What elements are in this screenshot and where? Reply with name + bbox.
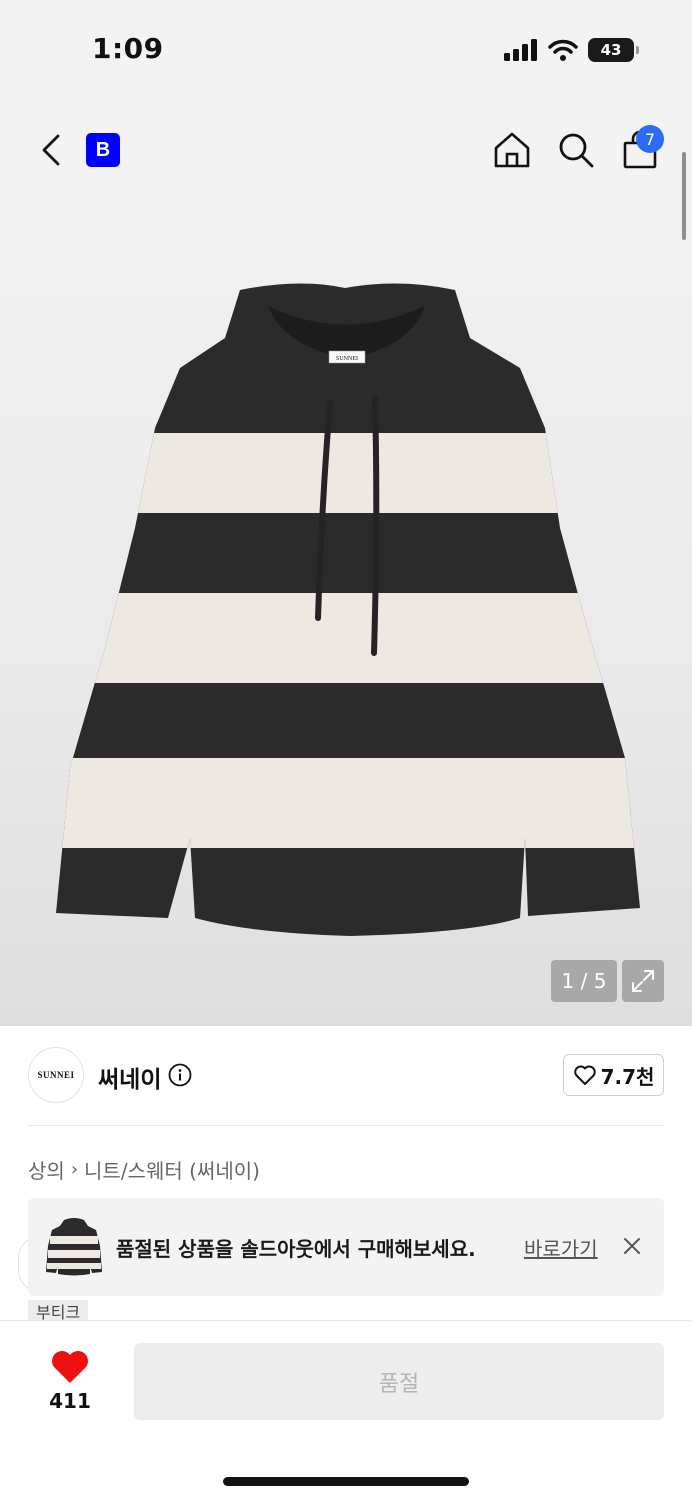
- status-time: 1:09: [92, 32, 164, 65]
- brand-avatar[interactable]: SUNNEI: [28, 1047, 84, 1103]
- expand-image-button[interactable]: [622, 960, 664, 1002]
- brand-row[interactable]: SUNNEI 써네이 7.7천: [28, 1026, 664, 1126]
- scroll-indicator: [682, 152, 686, 240]
- search-icon: [559, 133, 594, 168]
- image-pager: 1 / 5: [551, 960, 617, 1002]
- search-button[interactable]: [556, 130, 596, 170]
- brand-like-button[interactable]: 7.7천: [563, 1054, 664, 1096]
- home-indicator: [223, 1477, 469, 1486]
- wifi-icon: [548, 39, 578, 61]
- brand-like-count: 7.7천: [600, 1064, 655, 1089]
- breadcrumb-subcategory[interactable]: 니트/스웨터 (써네이): [84, 1155, 260, 1184]
- back-icon: [42, 134, 60, 166]
- banner-link[interactable]: 바로가기: [524, 1233, 598, 1262]
- heart-outline-icon: [573, 1065, 596, 1085]
- back-button[interactable]: [36, 130, 66, 170]
- heart-filled-icon[interactable]: [50, 1349, 90, 1385]
- product-photo: SUNNEI: [56, 283, 640, 937]
- soldout-banner[interactable]: 품절된 상품을 솔드아웃에서 구매해보세요. 바로가기: [28, 1198, 664, 1296]
- banner-thumbnail: [46, 1218, 102, 1276]
- breadcrumb: 상의 › 니트/스웨터 (써네이): [28, 1155, 260, 1184]
- status-icons: 43: [504, 38, 639, 62]
- breadcrumb-category[interactable]: 상의: [28, 1155, 65, 1184]
- soldout-button[interactable]: 품절: [134, 1343, 664, 1420]
- product-like-count: 411: [49, 1389, 91, 1413]
- banner-message: 품절된 상품을 솔드아웃에서 구매해보세요.: [116, 1237, 476, 1261]
- status-bar: 1:09 43: [0, 0, 692, 100]
- nav-bar: B: [0, 100, 692, 198]
- sweater-label: SUNNEI: [336, 356, 358, 362]
- home-button[interactable]: [492, 130, 532, 170]
- expand-icon: [632, 970, 654, 992]
- close-icon[interactable]: [620, 1234, 644, 1258]
- home-icon: [494, 132, 530, 168]
- cart-count-badge: 7: [636, 125, 664, 153]
- battery-icon: 43: [588, 38, 639, 62]
- bottom-bar: 411 품절: [0, 1320, 692, 1500]
- chevron-right-icon: ›: [70, 1159, 79, 1180]
- app-logo[interactable]: B: [86, 133, 120, 167]
- brand-name[interactable]: 써네이: [98, 1060, 161, 1094]
- product-image[interactable]: SUNNEI 1 / 5: [0, 198, 692, 1026]
- signal-icon: [504, 39, 537, 61]
- info-icon[interactable]: [168, 1063, 192, 1087]
